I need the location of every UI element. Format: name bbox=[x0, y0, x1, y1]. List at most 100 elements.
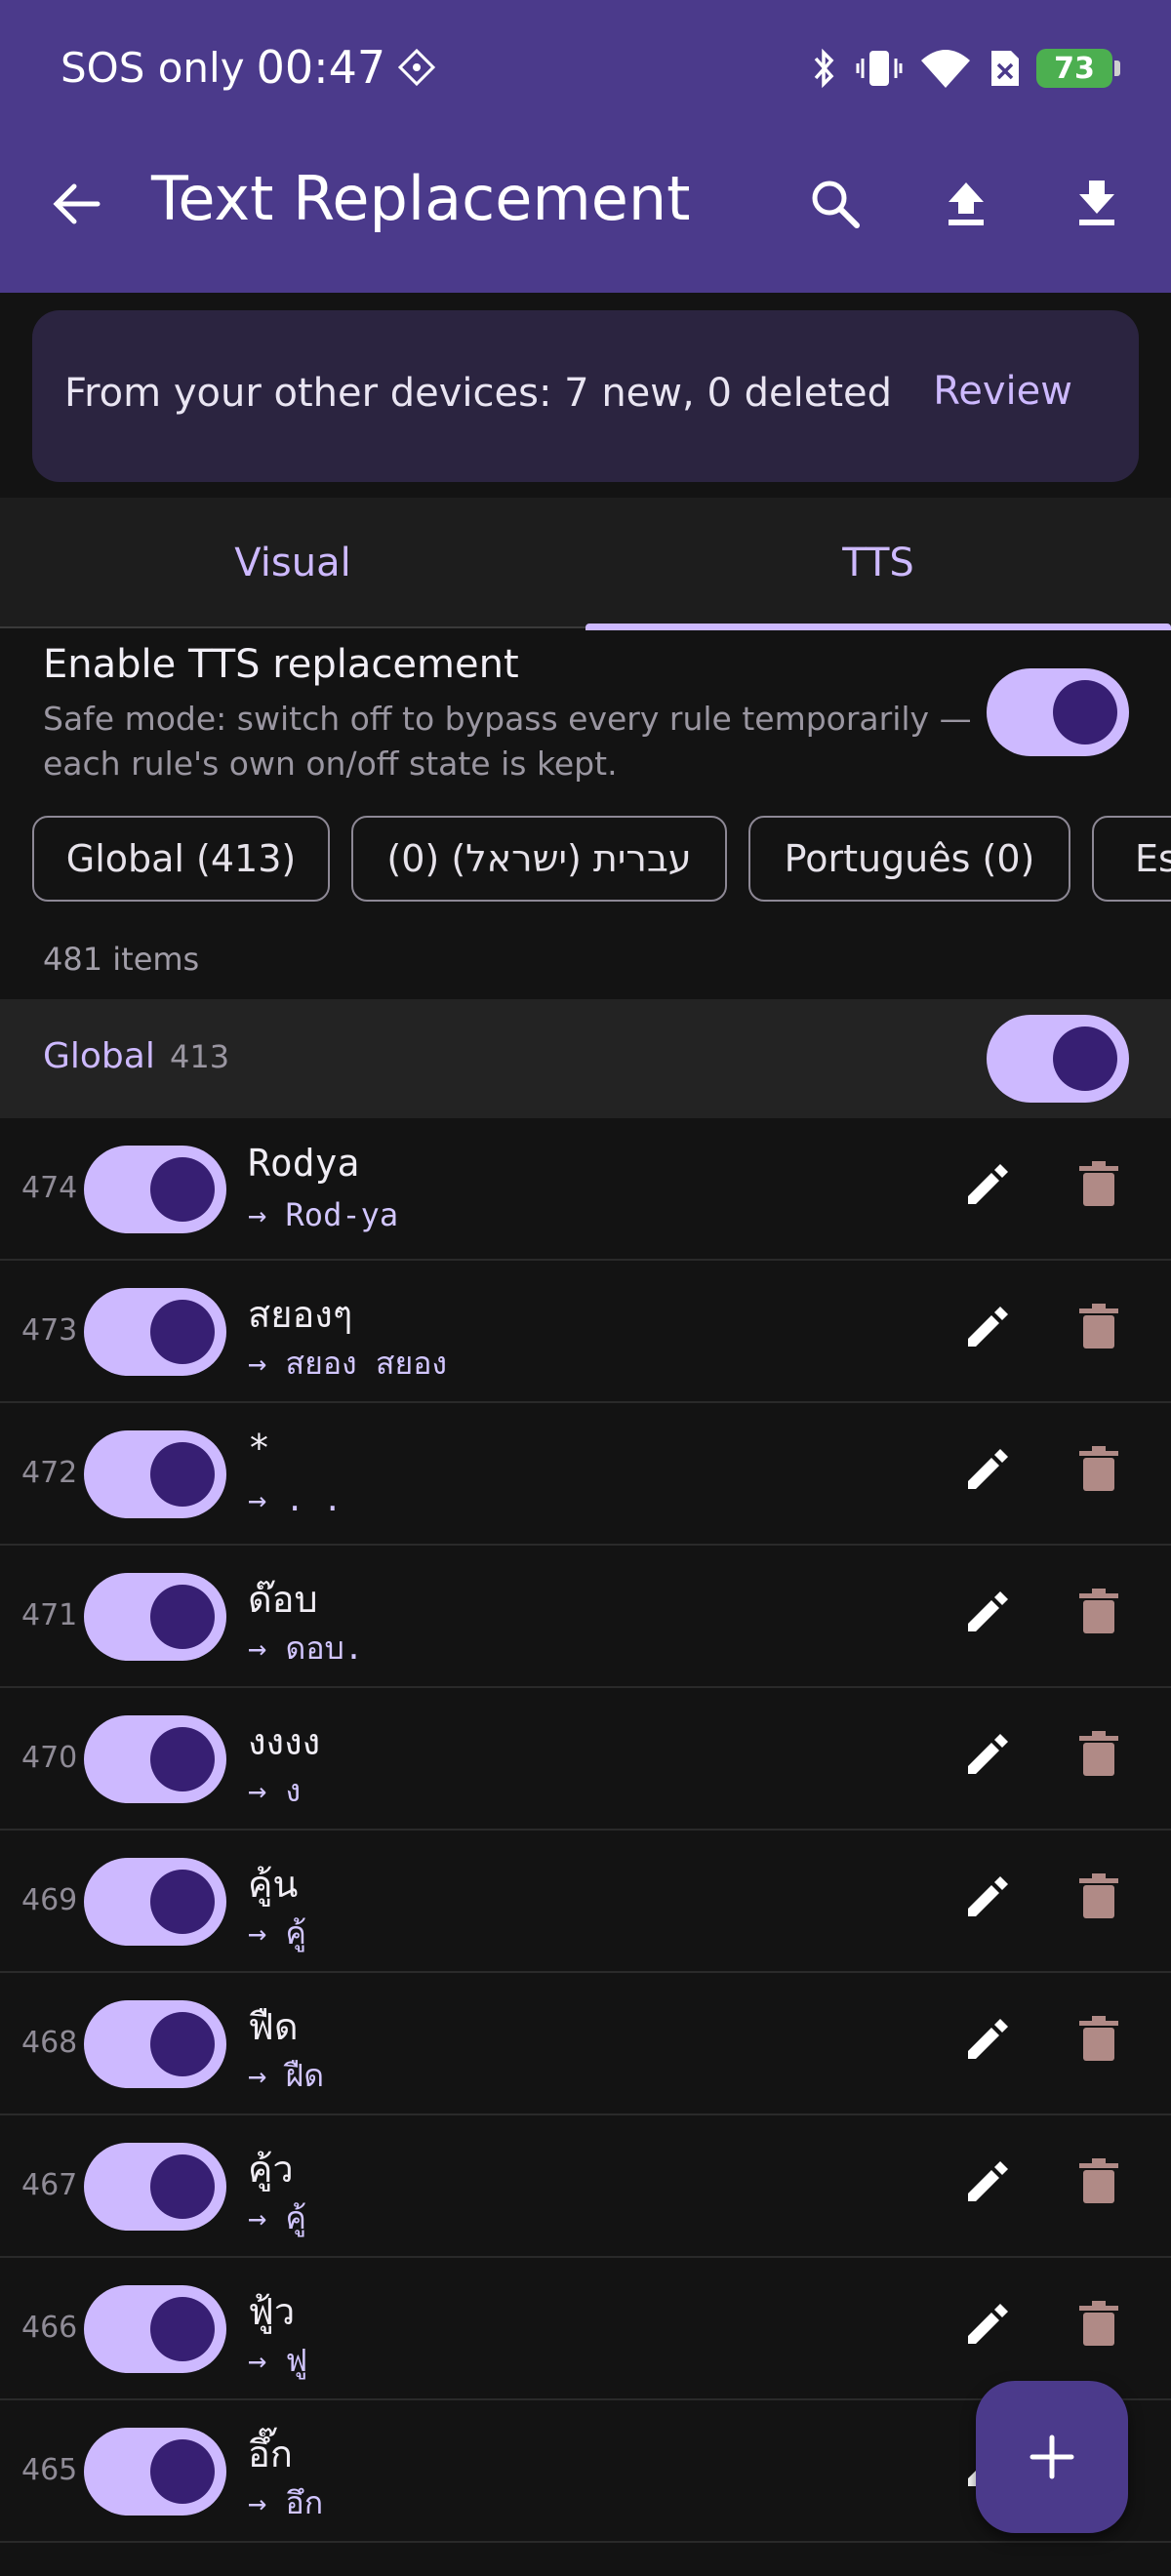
rule-replacement: → ฟู bbox=[248, 2342, 308, 2379]
delete-icon[interactable] bbox=[1071, 1727, 1126, 1782]
rule-replacement: → สยอง สยอง bbox=[248, 1345, 448, 1382]
chip-portuguese[interactable]: Português (0) bbox=[748, 816, 1070, 902]
edit-icon[interactable] bbox=[960, 1300, 1015, 1354]
enable-subtitle: Safe mode: switch off to bypass every ru… bbox=[43, 700, 972, 783]
delete-icon[interactable] bbox=[1071, 1585, 1126, 1639]
rule-switch[interactable] bbox=[84, 1715, 226, 1803]
rule-switch[interactable] bbox=[84, 2428, 226, 2516]
edit-icon[interactable] bbox=[960, 2154, 1015, 2209]
rule-row[interactable]: 472 * → . . bbox=[0, 1403, 1171, 1546]
rule-switch[interactable] bbox=[84, 2285, 226, 2373]
rule-pattern: ฟืด bbox=[248, 2005, 299, 2048]
review-button[interactable]: Review bbox=[933, 369, 1072, 414]
switch-knob bbox=[150, 1300, 215, 1364]
back-arrow-icon[interactable] bbox=[47, 175, 105, 233]
rule-row[interactable]: 469 คู้น → คู้ bbox=[0, 1831, 1171, 1973]
switch-knob bbox=[1053, 1026, 1117, 1091]
delete-icon[interactable] bbox=[1071, 1442, 1126, 1497]
rule-switch[interactable] bbox=[84, 1573, 226, 1661]
rule-replacement: → ดอบ. bbox=[248, 1630, 364, 1667]
rule-row[interactable]: 470 งงงง → ง bbox=[0, 1688, 1171, 1831]
enable-tts-switch[interactable] bbox=[987, 668, 1129, 756]
rule-switch[interactable] bbox=[84, 2143, 226, 2231]
search-icon[interactable] bbox=[806, 175, 865, 233]
rule-row[interactable]: 467 คู้ว → คู้ bbox=[0, 2115, 1171, 2258]
rule-pattern: คู้น bbox=[248, 1863, 299, 1906]
rule-switch[interactable] bbox=[84, 1146, 226, 1233]
rule-replacement: → ง bbox=[248, 1772, 302, 1809]
switch-knob bbox=[150, 2154, 215, 2219]
edit-icon[interactable] bbox=[960, 1870, 1015, 1924]
add-rule-button[interactable] bbox=[976, 2381, 1128, 2533]
rule-switch[interactable] bbox=[84, 2000, 226, 2088]
switch-knob bbox=[150, 1157, 215, 1222]
data-saver-icon bbox=[398, 48, 436, 87]
rule-switch[interactable] bbox=[84, 1430, 226, 1518]
rule-index: 469 bbox=[21, 1883, 78, 1917]
rule-index: 474 bbox=[21, 1171, 78, 1205]
tab-visual[interactable]: Visual bbox=[0, 498, 586, 628]
delete-icon[interactable] bbox=[1071, 2012, 1126, 2067]
rule-index: 470 bbox=[21, 1741, 78, 1775]
delete-icon[interactable] bbox=[1071, 1300, 1126, 1354]
switch-knob bbox=[150, 1585, 215, 1649]
rule-replacement: → อึก bbox=[248, 2484, 324, 2521]
language-filter-chips: Global (413) (0) (עברית (ישראל Português… bbox=[0, 816, 1171, 902]
vibrate-icon bbox=[856, 51, 903, 86]
rule-switch[interactable] bbox=[84, 1858, 226, 1946]
rule-list: 474 Rodya → Rod-ya 473 สยองๆ → สยอง สยอง bbox=[0, 1118, 1171, 2543]
rule-switch[interactable] bbox=[84, 1288, 226, 1376]
rule-replacement: → ฝืด bbox=[248, 2057, 325, 2094]
tab-tts[interactable]: TTS bbox=[586, 498, 1171, 630]
bluetooth-icon bbox=[814, 48, 834, 89]
rule-row[interactable]: 466 ฟู้ว → ฟู bbox=[0, 2258, 1171, 2400]
chip-hebrew[interactable]: (0) (עברית (ישראל bbox=[351, 816, 727, 902]
edit-icon[interactable] bbox=[960, 1727, 1015, 1782]
clock: 00:47 bbox=[256, 41, 386, 94]
group-header-global: Global 413 bbox=[0, 999, 1171, 1118]
switch-knob bbox=[150, 1727, 215, 1791]
rule-row[interactable]: 471 ด๊อบ → ดอบ. bbox=[0, 1546, 1171, 1688]
rule-replacement: → คู้ bbox=[248, 2199, 306, 2236]
rule-row[interactable]: 468 ฟืด → ฝืด bbox=[0, 1973, 1171, 2115]
edit-icon[interactable] bbox=[960, 1442, 1015, 1497]
switch-knob bbox=[150, 2297, 215, 2361]
delete-icon[interactable] bbox=[1071, 2297, 1126, 2352]
top-bar: SOS only 00:47 73 Text Replacement bbox=[0, 0, 1171, 293]
rule-pattern: อึ๊ก bbox=[248, 2433, 293, 2475]
edit-icon[interactable] bbox=[960, 2297, 1015, 2352]
delete-icon[interactable] bbox=[1071, 2154, 1126, 2209]
rule-row[interactable]: 473 สยองๆ → สยอง สยอง bbox=[0, 1261, 1171, 1403]
download-icon[interactable] bbox=[1068, 175, 1126, 233]
rule-pattern: * bbox=[248, 1427, 270, 1469]
rule-index: 465 bbox=[21, 2453, 78, 2487]
switch-knob bbox=[150, 2012, 215, 2076]
delete-icon[interactable] bbox=[1071, 1157, 1126, 1212]
rule-row[interactable]: 474 Rodya → Rod-ya bbox=[0, 1118, 1171, 1261]
chip-spanish[interactable]: Es bbox=[1092, 816, 1171, 902]
wifi-icon bbox=[921, 50, 970, 88]
group-global-switch[interactable] bbox=[987, 1015, 1129, 1103]
battery-level: 73 bbox=[1054, 51, 1095, 86]
rule-index: 472 bbox=[21, 1456, 78, 1490]
page-title: Text Replacement bbox=[151, 163, 691, 234]
rule-pattern: ฟู้ว bbox=[248, 2290, 296, 2333]
status-right: 73 bbox=[810, 47, 1120, 90]
upload-icon[interactable] bbox=[937, 175, 995, 233]
app-bar: Text Replacement bbox=[0, 141, 1171, 268]
delete-icon[interactable] bbox=[1071, 1870, 1126, 1924]
edit-icon[interactable] bbox=[960, 2012, 1015, 2067]
rule-pattern: ด๊อบ bbox=[248, 1578, 318, 1621]
edit-icon[interactable] bbox=[960, 1585, 1015, 1639]
rule-index: 471 bbox=[21, 1598, 78, 1632]
item-count: 481 items bbox=[43, 941, 200, 978]
edit-icon[interactable] bbox=[960, 1157, 1015, 1212]
status-bar: SOS only 00:47 73 bbox=[0, 0, 1171, 141]
switch-knob bbox=[1053, 680, 1117, 745]
group-name: Global bbox=[43, 1036, 155, 1076]
rule-pattern: คู้ว bbox=[248, 2148, 294, 2191]
rule-pattern: สยองๆ bbox=[248, 1293, 353, 1336]
enable-tts-row: Enable TTS replacement Safe mode: switch… bbox=[0, 630, 1171, 786]
switch-knob bbox=[150, 1870, 215, 1934]
chip-global[interactable]: Global (413) bbox=[32, 816, 330, 902]
